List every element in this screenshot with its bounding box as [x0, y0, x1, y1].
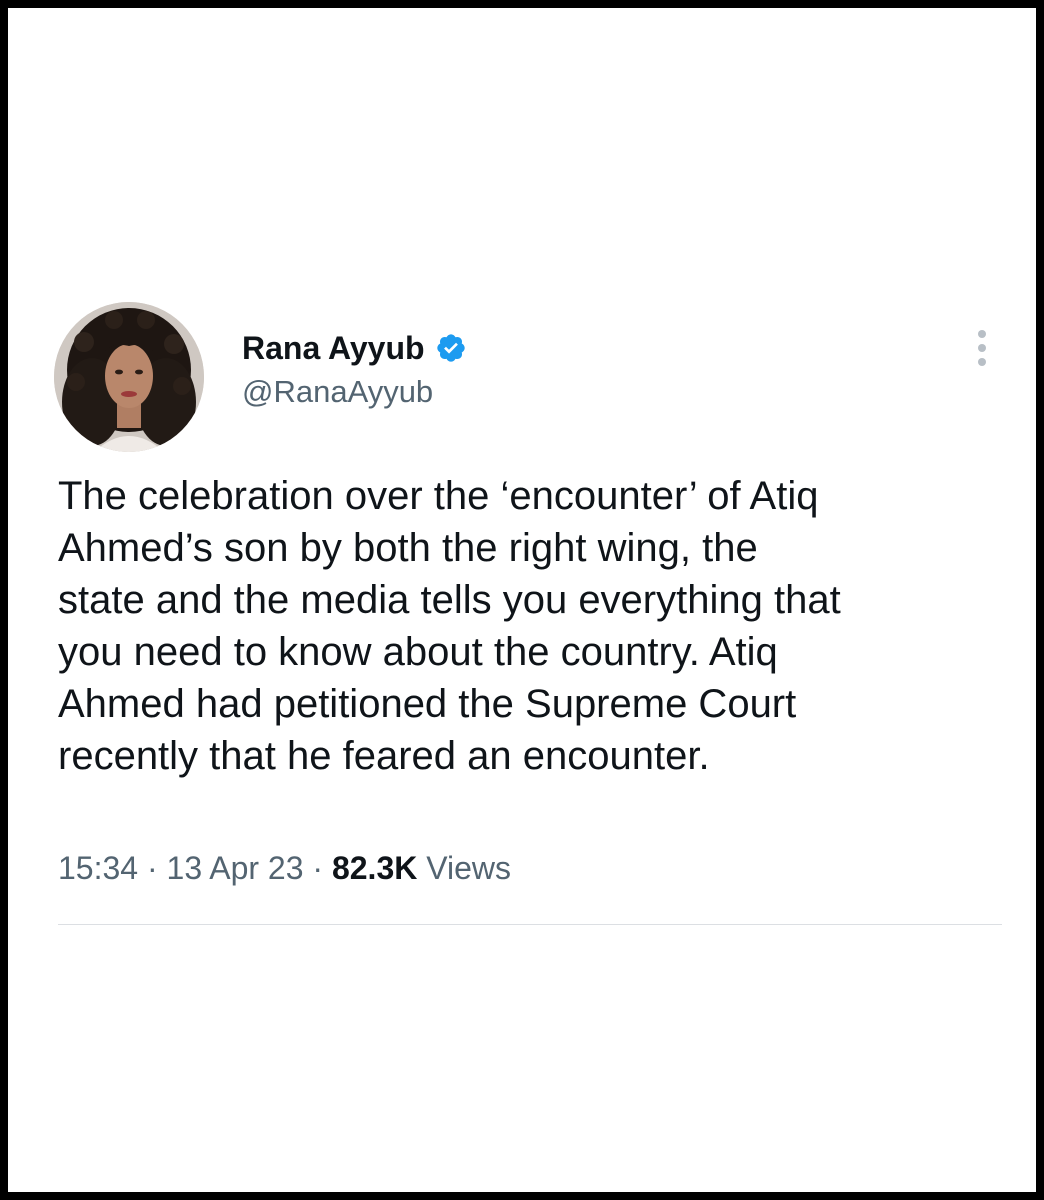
tweet-date[interactable]: 13 Apr 23: [167, 850, 304, 886]
tweet-text: The celebration over the ‘encounter’ of …: [58, 474, 841, 778]
author-handle[interactable]: @RanaAyyub: [242, 372, 467, 412]
meta-separator: ·: [146, 850, 158, 886]
tweet-time[interactable]: 15:34: [58, 850, 138, 886]
author-name-row: Rana Ayyub: [242, 328, 467, 368]
avatar[interactable]: [54, 302, 204, 452]
tweet-meta: 15:34 · 13 Apr 23 · 82.3K Views: [58, 848, 511, 888]
author-info[interactable]: Rana Ayyub @RanaAyyub: [242, 328, 467, 412]
meta-separator: ·: [312, 850, 324, 886]
verified-badge-icon: [435, 332, 467, 364]
divider: [58, 924, 1002, 925]
views-count[interactable]: 82.3K: [332, 850, 417, 886]
views-label: Views: [426, 850, 512, 886]
more-vertical-icon[interactable]: [974, 328, 990, 368]
author-display-name[interactable]: Rana Ayyub: [242, 328, 425, 368]
screenshot-frame: Rana Ayyub @RanaAyyub The celebration ov…: [0, 0, 1044, 1200]
